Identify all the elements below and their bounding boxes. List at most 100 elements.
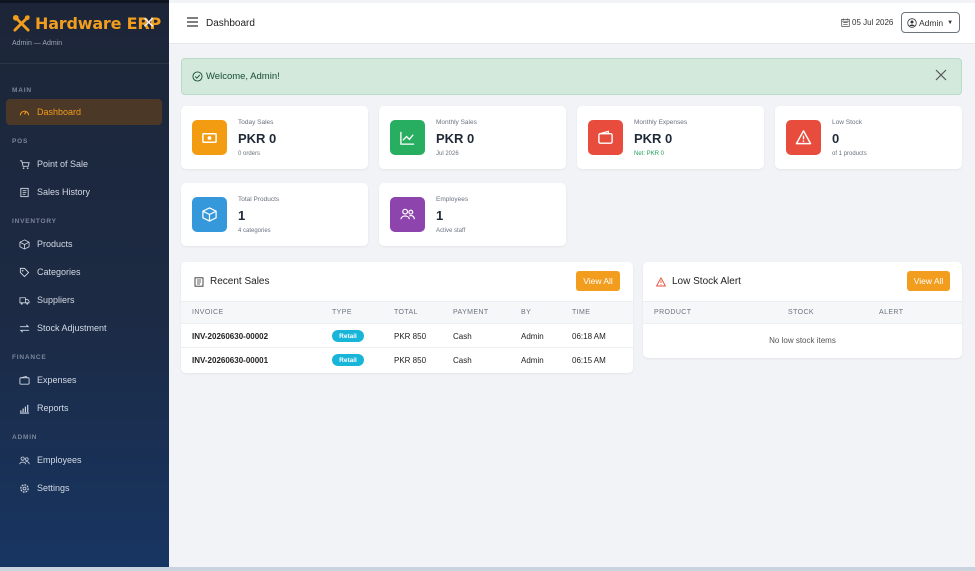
by-cell: Admin bbox=[521, 356, 544, 365]
warning-icon bbox=[656, 276, 666, 286]
calendar-icon bbox=[841, 18, 850, 27]
type-badge: Retail bbox=[332, 330, 364, 342]
stat-label: Low Stock bbox=[832, 119, 862, 126]
stat-label: Monthly Expenses bbox=[634, 119, 688, 126]
close-icon[interactable]: ✕ bbox=[142, 13, 155, 33]
view-all-low-stock-button[interactable]: View All bbox=[907, 271, 950, 291]
stat-label: Today Sales bbox=[238, 119, 274, 126]
sidebar-item-categories[interactable]: Categories bbox=[6, 259, 162, 285]
invoice-cell: INV-20260630-00002 bbox=[192, 332, 269, 341]
sidebar-item-sales-history[interactable]: Sales History bbox=[6, 179, 162, 205]
wallet-icon bbox=[19, 375, 30, 385]
stat-value: PKR 0 bbox=[634, 131, 673, 146]
sidebar-item-label: Suppliers bbox=[37, 295, 75, 305]
taskbar-edge bbox=[0, 567, 975, 571]
payment-cell: Cash bbox=[453, 356, 472, 365]
box-icon bbox=[202, 207, 217, 222]
table-header: INVOICE TYPE TOTAL PAYMENT BY TIME bbox=[181, 301, 633, 324]
stat-sub: 4 categories bbox=[238, 228, 271, 234]
sidebar-item-point-of-sale[interactable]: Point of Sale bbox=[6, 151, 162, 177]
sidebar-item-employees[interactable]: Employees bbox=[6, 447, 162, 473]
stat-value: 1 bbox=[238, 208, 246, 223]
arrows-icon bbox=[19, 324, 30, 332]
table-row[interactable]: INV-20260630-00001 Retail PKR 850 Cash A… bbox=[181, 348, 633, 372]
sidebar-item-products[interactable]: Products bbox=[6, 231, 162, 257]
column-header: INVOICE bbox=[192, 309, 224, 316]
sidebar-item-expenses[interactable]: Expenses bbox=[6, 367, 162, 393]
sidebar: Hardware ERP ✕ Admin — Admin MAIN Dashbo… bbox=[0, 0, 169, 567]
stat-value: PKR 0 bbox=[436, 131, 475, 146]
column-header: PAYMENT bbox=[453, 309, 489, 316]
sidebar-item-reports[interactable]: Reports bbox=[6, 395, 162, 421]
column-header: PRODUCT bbox=[654, 309, 692, 316]
stat-card-monthly-sales: Monthly Sales PKR 0 Jul 2026 bbox=[379, 106, 566, 169]
section-admin: ADMIN bbox=[12, 434, 38, 441]
sidebar-item-label: Dashboard bbox=[37, 107, 82, 117]
panel-header: Low Stock Alert bbox=[656, 276, 741, 287]
date-text: 05 Jul 2026 bbox=[852, 18, 894, 27]
stat-card-low-stock: Low Stock 0 of 1 products bbox=[775, 106, 962, 169]
stat-icon-box bbox=[192, 197, 227, 232]
trend-icon bbox=[400, 131, 415, 145]
total-cell: PKR 850 bbox=[394, 356, 427, 365]
cash-icon bbox=[202, 132, 217, 143]
time-cell: 06:15 AM bbox=[572, 356, 606, 365]
receipt-icon bbox=[194, 276, 204, 287]
sidebar-item-label: Sales History bbox=[37, 187, 91, 197]
cart-icon bbox=[19, 159, 30, 169]
section-main: MAIN bbox=[12, 87, 32, 94]
by-cell: Admin bbox=[521, 332, 544, 341]
user-menu-button[interactable]: Admin ▼ bbox=[901, 12, 960, 33]
recent-sales-panel: Recent Sales View All INVOICE TYPE TOTAL… bbox=[181, 262, 633, 373]
view-all-sales-button[interactable]: View All bbox=[576, 271, 620, 291]
people-icon bbox=[400, 208, 416, 220]
invoice-cell: INV-20260630-00001 bbox=[192, 356, 269, 365]
sidebar-item-suppliers[interactable]: Suppliers bbox=[6, 287, 162, 313]
column-header: BY bbox=[521, 309, 532, 316]
stat-icon-box bbox=[192, 120, 227, 155]
sidebar-item-stock-adjustment[interactable]: Stock Adjustment bbox=[6, 315, 162, 341]
sidebar-item-label: Stock Adjustment bbox=[37, 323, 107, 333]
payment-cell: Cash bbox=[453, 332, 472, 341]
gear-icon bbox=[20, 483, 29, 493]
panel-title: Recent Sales bbox=[210, 276, 270, 287]
sidebar-item-label: Products bbox=[37, 239, 73, 249]
column-header: TOTAL bbox=[394, 309, 418, 316]
people-icon bbox=[19, 456, 30, 464]
stat-icon-box bbox=[390, 197, 425, 232]
brand-subtitle: Admin — Admin bbox=[12, 40, 63, 47]
menu-icon[interactable] bbox=[187, 17, 198, 27]
sidebar-item-dashboard[interactable]: Dashboard bbox=[6, 99, 162, 125]
stat-sub: Net: PKR 0 bbox=[634, 151, 665, 157]
table-header: PRODUCT STOCK ALERT bbox=[643, 301, 962, 324]
sidebar-divider bbox=[0, 63, 169, 64]
user-icon bbox=[907, 17, 917, 28]
column-header: STOCK bbox=[788, 309, 814, 316]
close-icon[interactable] bbox=[934, 68, 948, 82]
topbar: Dashboard 05 Jul 2026 Admin ▼ bbox=[169, 3, 975, 44]
table-row[interactable]: INV-20260630-00002 Retail PKR 850 Cash A… bbox=[181, 324, 633, 348]
stat-value: PKR 0 bbox=[238, 131, 277, 146]
stat-card-employees: Employees 1 Active staff bbox=[379, 183, 566, 246]
stat-icon-box bbox=[786, 120, 821, 155]
speedometer-icon bbox=[19, 110, 30, 115]
stat-value: 1 bbox=[436, 208, 444, 223]
column-header: TIME bbox=[572, 309, 591, 316]
warning-icon bbox=[795, 130, 812, 145]
welcome-alert: Welcome, Admin! bbox=[181, 58, 962, 95]
sidebar-item-settings[interactable]: Settings bbox=[6, 475, 162, 501]
low-stock-panel: Low Stock Alert View All PRODUCT STOCK A… bbox=[643, 262, 962, 358]
stat-value: 0 bbox=[832, 131, 840, 146]
check-circle-icon bbox=[192, 71, 203, 82]
box-icon bbox=[19, 238, 30, 250]
chevron-down-icon: ▼ bbox=[947, 19, 954, 26]
stat-icon-box bbox=[390, 120, 425, 155]
bar-chart-icon bbox=[19, 404, 30, 414]
wallet-icon bbox=[598, 130, 613, 144]
section-inventory: INVENTORY bbox=[12, 218, 57, 225]
user-name: Admin bbox=[919, 17, 944, 28]
sidebar-item-label: Categories bbox=[37, 267, 81, 277]
stat-label: Total Products bbox=[238, 196, 280, 203]
type-badge: Retail bbox=[332, 354, 364, 366]
sidebar-item-label: Reports bbox=[37, 403, 69, 413]
